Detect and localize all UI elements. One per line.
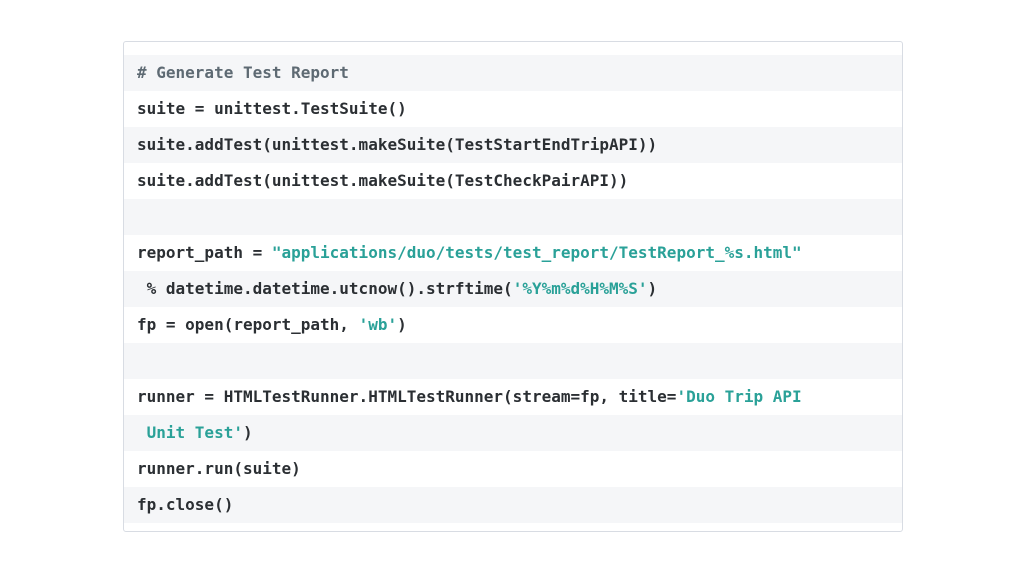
code-line: runner = HTMLTestRunner.HTMLTestRunner(s… [124,379,902,415]
code-line: fp.close() [124,487,902,523]
code-token-plain: runner = HTMLTestRunner.HTMLTestRunner(s… [137,387,677,406]
code-token-plain: suite = unittest.TestSuite() [137,99,407,118]
code-line: runner.run(suite) [124,451,902,487]
code-token-plain: report_path = [137,243,272,262]
code-line [124,343,902,379]
code-token-plain: fp = open(report_path, [137,315,359,334]
code-token-plain: fp.close() [137,495,234,514]
code-token-plain: suite.addTest(unittest.makeSuite(TestSta… [137,135,658,154]
code-token-comment: # Generate Test Report [137,63,349,82]
code-line: suite.addTest(unittest.makeSuite(TestSta… [124,127,902,163]
code-block: # Generate Test Report suite = unittest.T… [123,41,903,532]
code-line [124,199,902,235]
code-token-plain: ) [242,423,253,442]
code-line: Unit Test') [124,415,902,451]
code-token-plain: % datetime.datetime.utcnow().strftime( [137,279,513,298]
code-token-string: '%Y%m%d%H%M%S' [512,279,648,298]
code-line: fp = open(report_path, 'wb') [124,307,902,343]
code-line: suite = unittest.TestSuite() [124,91,902,127]
code-line: suite.addTest(unittest.makeSuite(TestChe… [124,163,902,199]
code-line: % datetime.datetime.utcnow().strftime('%… [124,271,902,307]
code-token-plain: suite.addTest(unittest.makeSuite(TestChe… [137,171,629,190]
code-token-string: 'wb' [358,315,398,334]
code-body: # Generate Test Report suite = unittest.T… [124,55,902,523]
code-token-string: 'Duo Trip API [676,387,802,406]
code-token-plain: ) [397,315,407,334]
code-line: report_path = "applications/duo/tests/te… [124,235,902,271]
code-token-plain: ) [647,279,658,298]
code-token-string: "applications/duo/tests/test_report/Test… [271,243,802,262]
code-token-plain: runner.run(suite) [137,459,301,478]
code-token-string: Unit Test' [137,423,243,442]
code-line: # Generate Test Report [124,55,902,91]
